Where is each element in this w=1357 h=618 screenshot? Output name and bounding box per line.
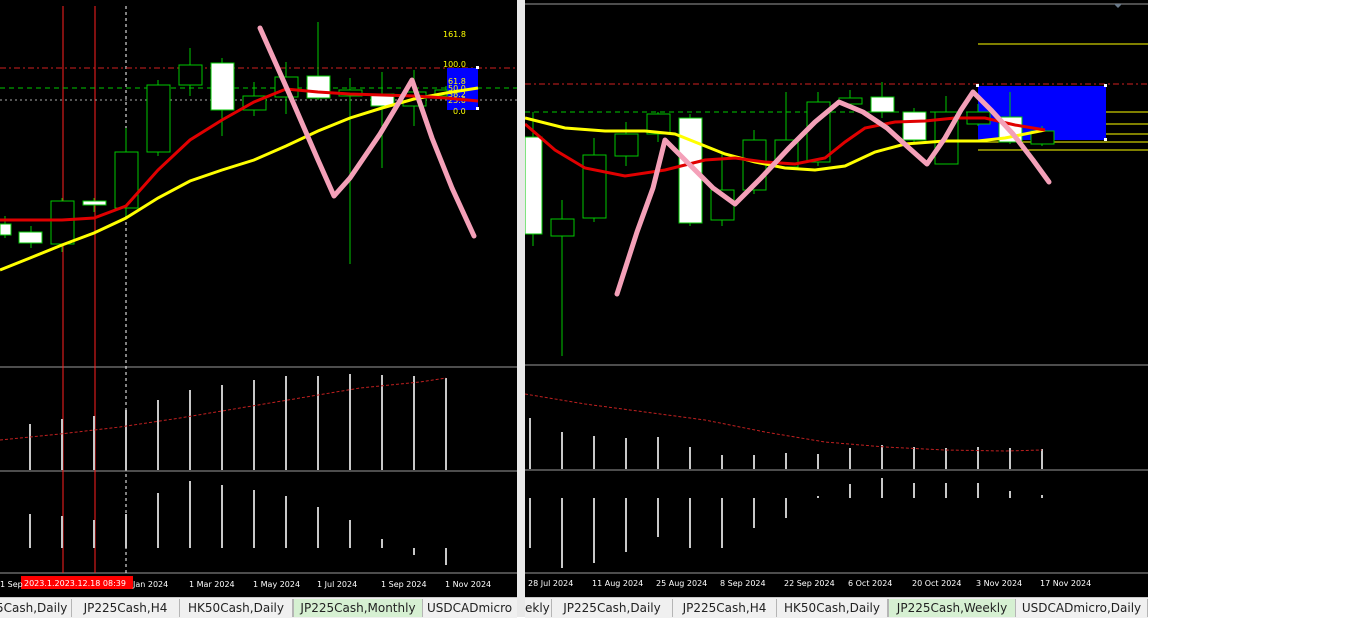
bear-candle	[306, 75, 331, 99]
tab-hk50cash-daily[interactable]: HK50Cash,Daily	[180, 599, 293, 617]
left-chart-window[interactable]: 161.8 100.0 61.8 50.0 38.2 23.6 0.0 2023…	[0, 0, 517, 597]
volume-average-line	[525, 393, 1043, 452]
left-chart-tab-bar: 5Cash,Daily JP225Cash,H4 HK50Cash,Daily …	[0, 597, 517, 618]
tab-jp225cash-h4[interactable]: JP225Cash,H4	[72, 599, 180, 617]
left-candles	[0, 22, 448, 264]
bull-candle	[550, 218, 575, 237]
highlighted-time-label: 2023.1.2023.12.18 08:39	[24, 579, 126, 588]
right-chart-canvas[interactable]: 28 Jul 2024 11 Aug 2024 25 Aug 2024 8 Se…	[525, 0, 1148, 597]
bear-candle	[82, 200, 107, 206]
chart-shift-marker-icon[interactable]	[1114, 4, 1122, 8]
time-axis-label: 1 May 2024	[253, 580, 300, 589]
time-axis-label: 17 Nov 2024	[1040, 579, 1091, 588]
fibonacci-handle[interactable]	[476, 66, 479, 69]
fast-moving-average	[0, 87, 479, 222]
time-axis-label: Jan 2024	[132, 580, 168, 589]
window-divider[interactable]	[517, 0, 525, 617]
fibonacci-handle[interactable]	[476, 107, 479, 110]
fib-level-label: 161.8	[443, 30, 466, 39]
time-axis-label: 3 Nov 2024	[976, 579, 1022, 588]
time-axis-label: 11 Aug 2024	[592, 579, 643, 588]
right-chart-window[interactable]: 28 Jul 2024 11 Aug 2024 25 Aug 2024 8 Se…	[525, 0, 1148, 597]
time-axis-label: 28 Jul 2024	[528, 579, 573, 588]
bear-candle	[18, 231, 43, 244]
slow-moving-average	[0, 86, 479, 272]
right-oscillator-histogram	[529, 478, 1043, 568]
fib-level-label: 0.0	[453, 107, 466, 116]
bull-candle	[114, 151, 139, 209]
bear-candle	[0, 223, 12, 236]
hand-drawn-annotation[interactable]	[257, 25, 477, 239]
bear-candle	[902, 111, 927, 141]
fibonacci-handle[interactable]	[1104, 138, 1107, 141]
left-oscillator-histogram	[29, 481, 447, 565]
time-axis-label: 1 Sep	[0, 580, 23, 589]
tab-5cash-daily[interactable]: 5Cash,Daily	[0, 599, 72, 617]
bull-candle	[614, 133, 639, 157]
time-axis-label: 1 Mar 2024	[189, 580, 235, 589]
time-axis-label: 22 Sep 2024	[784, 579, 835, 588]
bull-candle	[50, 200, 75, 245]
bull-candle	[178, 64, 203, 86]
fibonacci-handle[interactable]	[976, 84, 979, 87]
bear-candle	[525, 136, 543, 235]
tab-jp225cash-weekly[interactable]: JP225Cash,Weekly	[888, 599, 1016, 617]
fibonacci-handle[interactable]	[1104, 84, 1107, 87]
time-axis-label: 8 Sep 2024	[720, 579, 766, 588]
tab-hk50cash-daily[interactable]: HK50Cash,Daily	[777, 599, 888, 617]
time-axis-label: 1 Nov 2024	[445, 580, 491, 589]
right-volume-histogram	[529, 418, 1043, 469]
fib-level-label: 100.0	[443, 60, 466, 69]
tab-jp225cash-h4[interactable]: JP225Cash,H4	[673, 599, 777, 617]
time-axis-label: 1 Sep 2024	[381, 580, 427, 589]
tab-jp225cash-monthly[interactable]: JP225Cash,Monthly	[293, 599, 423, 617]
tab-usdcadmicro[interactable]: USDCADmicro	[423, 599, 517, 617]
time-axis-label: 1 Jul 2024	[317, 580, 357, 589]
bear-candle	[870, 96, 895, 113]
right-chart-tab-bar: ekly JP225Cash,Daily JP225Cash,H4 HK50Ca…	[525, 597, 1148, 618]
left-volume-histogram	[29, 374, 447, 470]
right-candles	[525, 82, 1055, 356]
time-axis-label: 20 Oct 2024	[912, 579, 961, 588]
bear-candle	[210, 62, 235, 111]
tab-jp225cash-daily[interactable]: JP225Cash,Daily	[552, 599, 673, 617]
time-axis-label: 6 Oct 2024	[848, 579, 892, 588]
tab-weekly-truncated[interactable]: ekly	[525, 599, 552, 617]
bull-candle	[146, 84, 171, 153]
left-chart-canvas[interactable]: 161.8 100.0 61.8 50.0 38.2 23.6 0.0 2023…	[0, 0, 517, 597]
time-axis-label: 25 Aug 2024	[656, 579, 707, 588]
tab-usdcadmicro-daily[interactable]: USDCADmicro,Daily	[1016, 599, 1148, 617]
bull-candle	[582, 154, 607, 219]
